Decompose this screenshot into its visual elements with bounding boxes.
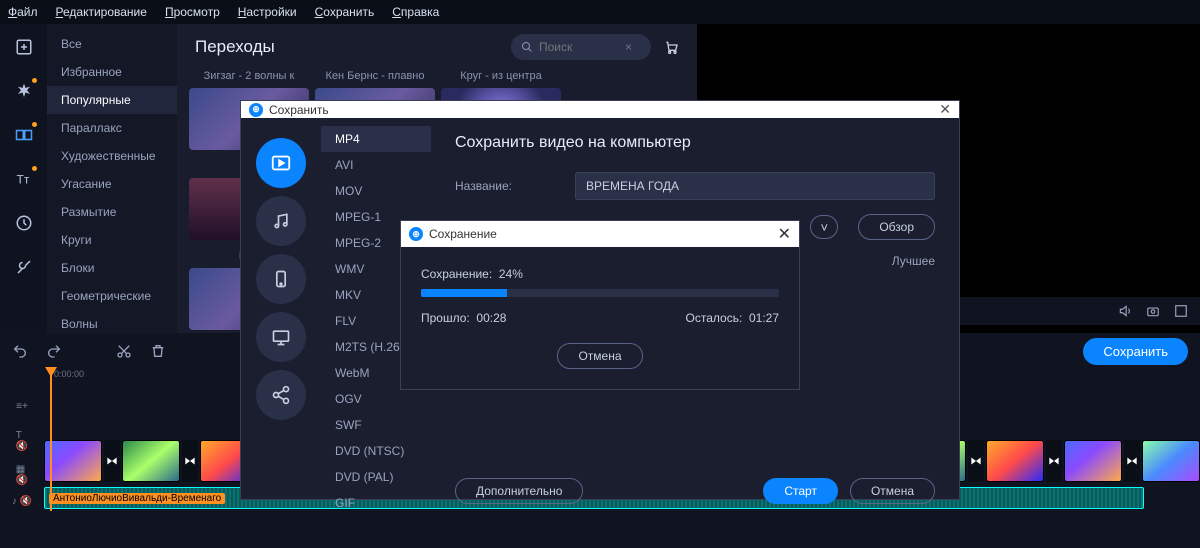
menu-file[interactable]: Файл [8,5,38,19]
progress-fill [421,289,507,297]
playhead[interactable] [50,369,52,511]
export-video-icon[interactable] [256,138,306,188]
browser-title: Переходы [195,37,511,57]
transition-marker[interactable] [182,440,198,482]
cat-popular[interactable]: Популярные [47,86,177,114]
save-dialog-titlebar[interactable]: ⊕ Сохранить ✕ [241,101,959,118]
cancel-progress-button[interactable]: Отмена [557,343,642,369]
main-menubar: Файл Редактирование Просмотр Настройки С… [0,0,1200,24]
export-device-icon[interactable] [256,254,306,304]
video-track-icon[interactable]: ▦🔇 [0,458,44,492]
name-label: Название: [455,179,555,193]
search-box[interactable]: × [511,34,651,60]
app-logo-icon: ⊕ [409,227,423,241]
fmt-mp4[interactable]: MP4 [321,126,431,152]
thumb-label: Круг - из центра [441,70,561,82]
snapshot-icon[interactable] [1146,304,1160,318]
undo-icon[interactable] [12,343,28,359]
menu-help[interactable]: Справка [392,5,439,19]
fmt-swf[interactable]: SWF [321,412,431,438]
close-icon[interactable]: ✕ [939,101,951,118]
search-icon [521,41,533,53]
progress-label: Сохранение: [421,267,492,281]
audio-clip-label: АнтониоЛючиоВивальди-Временаго [49,493,225,504]
clock-icon[interactable] [7,206,41,240]
cat-fav[interactable]: Избранное [47,58,177,86]
cat-fade[interactable]: Угасание [47,170,177,198]
redo-icon[interactable] [46,343,62,359]
trash-icon[interactable] [150,343,166,359]
app-logo-icon: ⊕ [249,103,263,117]
fullscreen-icon[interactable] [1174,304,1188,318]
fmt-mov[interactable]: MOV [321,178,431,204]
add-track-icon[interactable]: ≡+ [0,389,44,423]
progress-bar [421,289,779,297]
quality-value: Лучшее [892,254,935,268]
menu-view[interactable]: Просмотр [165,5,220,19]
svg-text:Tт: Tт [16,173,29,187]
menu-edit[interactable]: Редактирование [56,5,147,19]
thumb-label: Зигзаг - 2 волны к [189,70,309,82]
save-dialog-title: Сохранить [269,103,329,117]
export-share-icon[interactable] [256,370,306,420]
advanced-button[interactable]: Дополнительно [455,478,583,504]
start-button[interactable]: Старт [763,478,838,504]
tools-icon[interactable] [7,250,41,284]
browse-button[interactable]: Обзор [858,214,935,240]
video-clip[interactable] [1064,440,1122,482]
transition-marker[interactable] [104,440,120,482]
search-input[interactable] [539,40,619,54]
audio-track-icon[interactable]: ♪ 🔇 [0,492,44,511]
transition-marker[interactable] [1124,440,1140,482]
fmt-gif[interactable]: GIF [321,490,431,516]
transition-marker[interactable] [968,440,984,482]
volume-icon[interactable] [1118,304,1132,318]
name-input[interactable] [575,172,935,200]
export-type-rail [241,118,321,516]
progress-dialog: ⊕ Сохранение ✕ Сохранение: 24% Прошло: 0… [400,220,800,390]
cancel-button[interactable]: Отмена [850,478,935,504]
quality-dropdown-icon[interactable]: ˅ [810,215,838,239]
video-clip[interactable] [122,440,180,482]
save-heading: Сохранить видео на компьютер [455,134,935,152]
cat-circles[interactable]: Круги [47,226,177,254]
menu-settings[interactable]: Настройки [238,5,297,19]
remaining-value: 01:27 [749,311,779,325]
text-track-icon[interactable]: T🔇 [0,423,44,457]
video-clip[interactable] [1142,440,1200,482]
thumb-label: Кен Бернс - плавно [315,70,435,82]
cat-blocks[interactable]: Блоки [47,254,177,282]
save-button[interactable]: Сохранить [1083,338,1188,365]
cut-icon[interactable] [116,343,132,359]
export-audio-icon[interactable] [256,196,306,246]
clear-search-icon[interactable]: × [625,40,632,54]
close-icon[interactable]: ✕ [778,224,791,244]
fx-icon[interactable] [7,74,41,108]
cart-icon[interactable] [663,39,679,55]
progress-titlebar[interactable]: ⊕ Сохранение ✕ [401,221,799,247]
progress-percent: 24% [499,267,523,281]
menu-save[interactable]: Сохранить [315,5,375,19]
cat-blur[interactable]: Размытие [47,198,177,226]
text-icon[interactable]: Tт [7,162,41,196]
fmt-avi[interactable]: AVI [321,152,431,178]
cat-parallax[interactable]: Параллакс [47,114,177,142]
video-clip[interactable] [986,440,1044,482]
import-icon[interactable] [7,30,41,64]
transition-marker[interactable] [1046,440,1062,482]
cat-artistic[interactable]: Художественные [47,142,177,170]
cat-geometric[interactable]: Геометрические [47,282,177,310]
fmt-dvd-pal[interactable]: DVD (PAL) [321,464,431,490]
elapsed-label: Прошло: [421,311,470,325]
progress-title: Сохранение [429,227,497,241]
video-clip[interactable] [44,440,102,482]
export-tv-icon[interactable] [256,312,306,362]
remaining-label: Осталось: [686,311,743,325]
fmt-dvd-ntsc[interactable]: DVD (NTSC) [321,438,431,464]
elapsed-value: 00:28 [476,311,506,325]
transitions-icon[interactable] [7,118,41,152]
cat-all[interactable]: Все [47,30,177,58]
